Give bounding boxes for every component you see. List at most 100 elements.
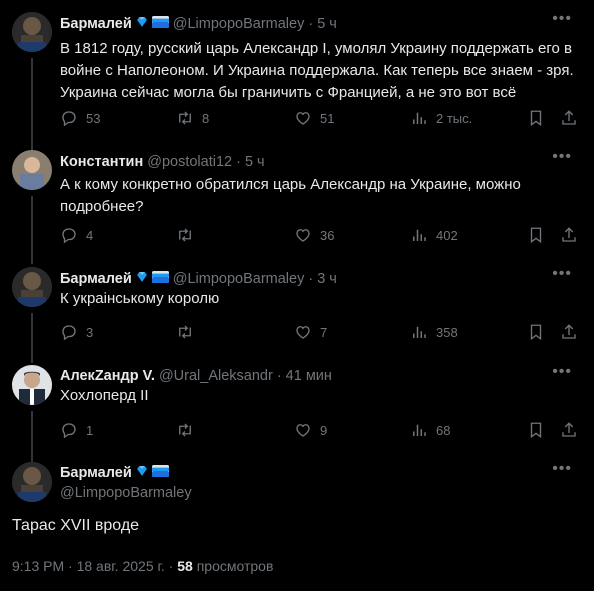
post-time[interactable]: 9:13 PM	[12, 558, 64, 574]
tweet-header: Бармалей @LimpopoBarmaley · 5 ч	[60, 14, 337, 34]
like-icon	[294, 421, 312, 439]
timestamp[interactable]: 41 мин	[286, 368, 332, 384]
reply-count: 4	[86, 227, 94, 243]
separator: ·	[308, 271, 314, 287]
share-button[interactable]	[560, 323, 578, 341]
tweet-header: Бармалей @LimpopoBarmaley · 3 ч	[60, 269, 337, 289]
separator: ·	[236, 154, 241, 170]
bookmark-icon	[527, 226, 545, 244]
flag-badge-icon	[152, 16, 169, 32]
reply-icon	[60, 421, 78, 439]
avatar[interactable]	[12, 12, 52, 52]
share-button[interactable]	[560, 421, 578, 439]
like-count: 7	[320, 324, 328, 340]
share-icon	[560, 421, 578, 439]
author-name[interactable]: Константин	[60, 154, 143, 170]
views-label: просмотров	[196, 558, 274, 574]
share-icon	[560, 226, 578, 244]
views-count: 58	[177, 558, 193, 574]
flag-badge-icon	[152, 465, 169, 481]
bookmark-button[interactable]	[527, 421, 545, 439]
reply-count: 53	[86, 110, 101, 126]
tweet-line: Хохлоперд II	[60, 387, 149, 404]
views-button[interactable]: 358	[410, 323, 458, 341]
thread-line	[31, 196, 33, 264]
author-name[interactable]: Бармалей	[60, 16, 132, 32]
bookmark-button[interactable]	[527, 109, 545, 127]
like-button[interactable]: 7	[294, 323, 327, 341]
like-count: 51	[320, 110, 335, 126]
bookmark-button[interactable]	[527, 226, 545, 244]
share-icon	[560, 323, 578, 341]
avatar[interactable]	[12, 150, 52, 190]
tweet-text: К украінському королю	[60, 288, 219, 310]
bookmark-icon	[527, 109, 545, 127]
avatar[interactable]	[12, 365, 52, 405]
author-handle[interactable]: @LimpopoBarmaley	[173, 16, 305, 32]
author-name[interactable]: Бармалей	[60, 271, 132, 287]
tweet-header: Константин @postolati12 · 5 ч	[60, 152, 265, 172]
views-count: 68	[436, 422, 451, 438]
timestamp[interactable]: 5 ч	[245, 154, 265, 170]
post-date[interactable]: 18 авг. 2025 г.	[77, 558, 165, 574]
author-handle[interactable]: @LimpopoBarmaley	[173, 271, 305, 287]
diamond-badge-icon	[134, 464, 150, 482]
retweet-button[interactable]	[176, 421, 202, 439]
diamond-badge-icon	[134, 270, 150, 288]
tweet-text: В 1812 году, русский царь Александр I, у…	[60, 38, 574, 104]
views-icon	[410, 226, 428, 244]
author-handle[interactable]: @postolati12	[147, 154, 232, 170]
avatar[interactable]	[12, 267, 52, 307]
views-button[interactable]: 2 тыс.	[410, 109, 472, 127]
bookmark-button[interactable]	[527, 323, 545, 341]
reply-icon	[60, 109, 78, 127]
more-icon[interactable]: •••	[552, 364, 572, 380]
tweet-line: К украінському королю	[60, 290, 220, 307]
action-bar: 3 7 358	[60, 323, 580, 343]
retweet-icon	[176, 421, 194, 439]
author-handle[interactable]: @LimpopoBarmaley	[60, 485, 192, 501]
author-name[interactable]: Бармалей	[60, 465, 132, 481]
avatar[interactable]	[12, 462, 52, 502]
views-button[interactable]: 402	[410, 226, 458, 244]
main-tweet-text: Тарас XVII вроде	[12, 517, 140, 534]
reply-icon	[60, 323, 78, 341]
more-icon[interactable]: •••	[552, 266, 572, 282]
views-count: 358	[436, 324, 458, 340]
views-icon	[410, 323, 428, 341]
timestamp[interactable]: 3 ч	[317, 271, 337, 287]
retweet-button[interactable]	[176, 226, 202, 244]
author-name[interactable]: АлекZандр V.	[60, 368, 155, 384]
more-icon[interactable]: •••	[552, 11, 572, 27]
more-icon[interactable]: •••	[552, 461, 572, 477]
like-icon	[294, 226, 312, 244]
like-button[interactable]: 51	[294, 109, 334, 127]
views-button[interactable]: 68	[410, 421, 450, 439]
reply-button[interactable]: 4	[60, 226, 93, 244]
flag-badge-icon	[152, 271, 169, 287]
reply-button[interactable]: 53	[60, 109, 100, 127]
action-bar: 4 36 402	[60, 226, 580, 246]
thread-line	[31, 313, 33, 363]
reply-button[interactable]: 3	[60, 323, 93, 341]
thread-line	[31, 58, 33, 152]
share-button[interactable]	[560, 226, 578, 244]
tweet-line: Украина сейчас могла бы граничить с Фран…	[60, 84, 517, 101]
like-button[interactable]: 9	[294, 421, 327, 439]
tweet-line: А к кому конкретно обратился царь Алекса…	[60, 176, 521, 193]
share-button[interactable]	[560, 109, 578, 127]
like-button[interactable]: 36	[294, 226, 334, 244]
views-count: 402	[436, 227, 458, 243]
reply-icon	[60, 226, 78, 244]
more-icon[interactable]: •••	[552, 149, 572, 165]
like-icon	[294, 109, 312, 127]
timestamp[interactable]: 5 ч	[317, 16, 337, 32]
retweet-count: 8	[202, 110, 210, 126]
bookmark-icon	[527, 323, 545, 341]
reply-button[interactable]: 1	[60, 421, 93, 439]
author-handle[interactable]: @Ural_Aleksandr	[159, 368, 273, 384]
separator: ·	[308, 16, 314, 32]
retweet-button[interactable]: 8	[176, 109, 209, 127]
retweet-button[interactable]	[176, 323, 202, 341]
views-icon	[410, 421, 428, 439]
